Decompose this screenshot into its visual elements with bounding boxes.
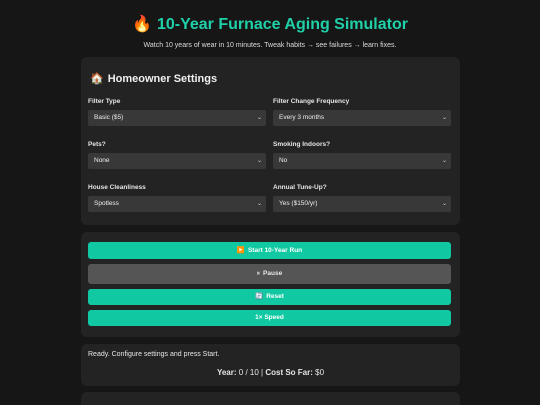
settings-heading-text: Homeowner Settings [107, 73, 218, 85]
year-value: 0 / 10 [238, 368, 259, 377]
chevron-down-icon: ⌄ [441, 201, 447, 207]
controls-card: ▶️ Start 10-Year Run ⏸ Pause 🔄 Reset 1× Spe… [81, 232, 460, 337]
chevron-down-icon: ⌄ [256, 115, 262, 121]
cost-value: $0 [315, 368, 325, 377]
cleanliness-select[interactable]: Spotless ⌄ [88, 196, 266, 212]
cleanliness-label: House Cleanliness [88, 184, 146, 191]
year-label: Year: [216, 368, 237, 377]
start-button-label: Start 10-Year Run [247, 247, 303, 254]
pause-button-label: Pause [263, 270, 283, 277]
pets-label: Pets? [88, 141, 106, 148]
cleanliness-value: Spotless [94, 200, 119, 207]
page: 🔥 10-Year Furnace Aging Simulator Watch 1… [0, 0, 540, 405]
pause-button[interactable]: ⏸ Pause [88, 264, 451, 284]
filter-type-value: Basic ($5) [94, 114, 124, 121]
separator: | [261, 368, 264, 377]
filter-frequency-label: Filter Change Frequency [273, 98, 350, 105]
cost-label: Cost So Far: [265, 368, 313, 377]
tuneup-label: Annual Tune-Up? [273, 184, 327, 191]
refresh-icon: 🔄 [255, 293, 264, 300]
speed-button-label: 1× Speed [255, 314, 284, 321]
status-message: Ready. Configure settings and press Star… [88, 351, 220, 358]
status-card: Ready. Configure settings and press Star… [81, 344, 460, 386]
chevron-down-icon: ⌄ [256, 201, 262, 207]
smoking-value: No [279, 157, 288, 164]
pets-value: None [94, 157, 110, 164]
settings-card: 🏠 Homeowner Settings Filter Type Basic ($… [81, 57, 460, 225]
tuneup-value: Yes ($150/yr) [279, 200, 318, 207]
reset-button[interactable]: 🔄 Reset [88, 289, 451, 305]
fire-icon: 🔥 [132, 16, 152, 33]
pets-select[interactable]: None ⌄ [88, 153, 266, 169]
house-icon: 🏠 [90, 73, 104, 85]
play-icon: ▶️ [236, 247, 245, 254]
reset-button-label: Reset [266, 293, 284, 300]
tuneup-select[interactable]: Yes ($150/yr) ⌄ [273, 196, 451, 212]
progress-summary: Year: 0 / 10 | Cost So Far: $0 [81, 368, 460, 377]
filter-type-label: Filter Type [88, 98, 121, 105]
chevron-down-icon: ⌄ [441, 115, 447, 121]
page-title-text: 10-Year Furnace Aging Simulator [156, 16, 408, 33]
smoking-select[interactable]: No ⌄ [273, 153, 451, 169]
speed-button[interactable]: 1× Speed [88, 310, 451, 326]
chevron-down-icon: ⌄ [256, 158, 262, 164]
filter-frequency-select[interactable]: Every 3 months ⌄ [273, 110, 451, 126]
page-title: 🔥 10-Year Furnace Aging Simulator [0, 14, 540, 36]
settings-heading: 🏠 Homeowner Settings [90, 72, 217, 85]
smoking-label: Smoking Indoors? [273, 141, 331, 148]
chevron-down-icon: ⌄ [441, 158, 447, 164]
filter-type-select[interactable]: Basic ($5) ⌄ [88, 110, 266, 126]
filter-frequency-value: Every 3 months [279, 114, 325, 121]
start-button[interactable]: ▶️ Start 10-Year Run [88, 242, 451, 259]
results-card [81, 392, 460, 405]
page-subtitle: Watch 10 years of wear in 10 minutes. Tw… [143, 42, 397, 49]
pause-icon: ⏸ [256, 270, 261, 277]
